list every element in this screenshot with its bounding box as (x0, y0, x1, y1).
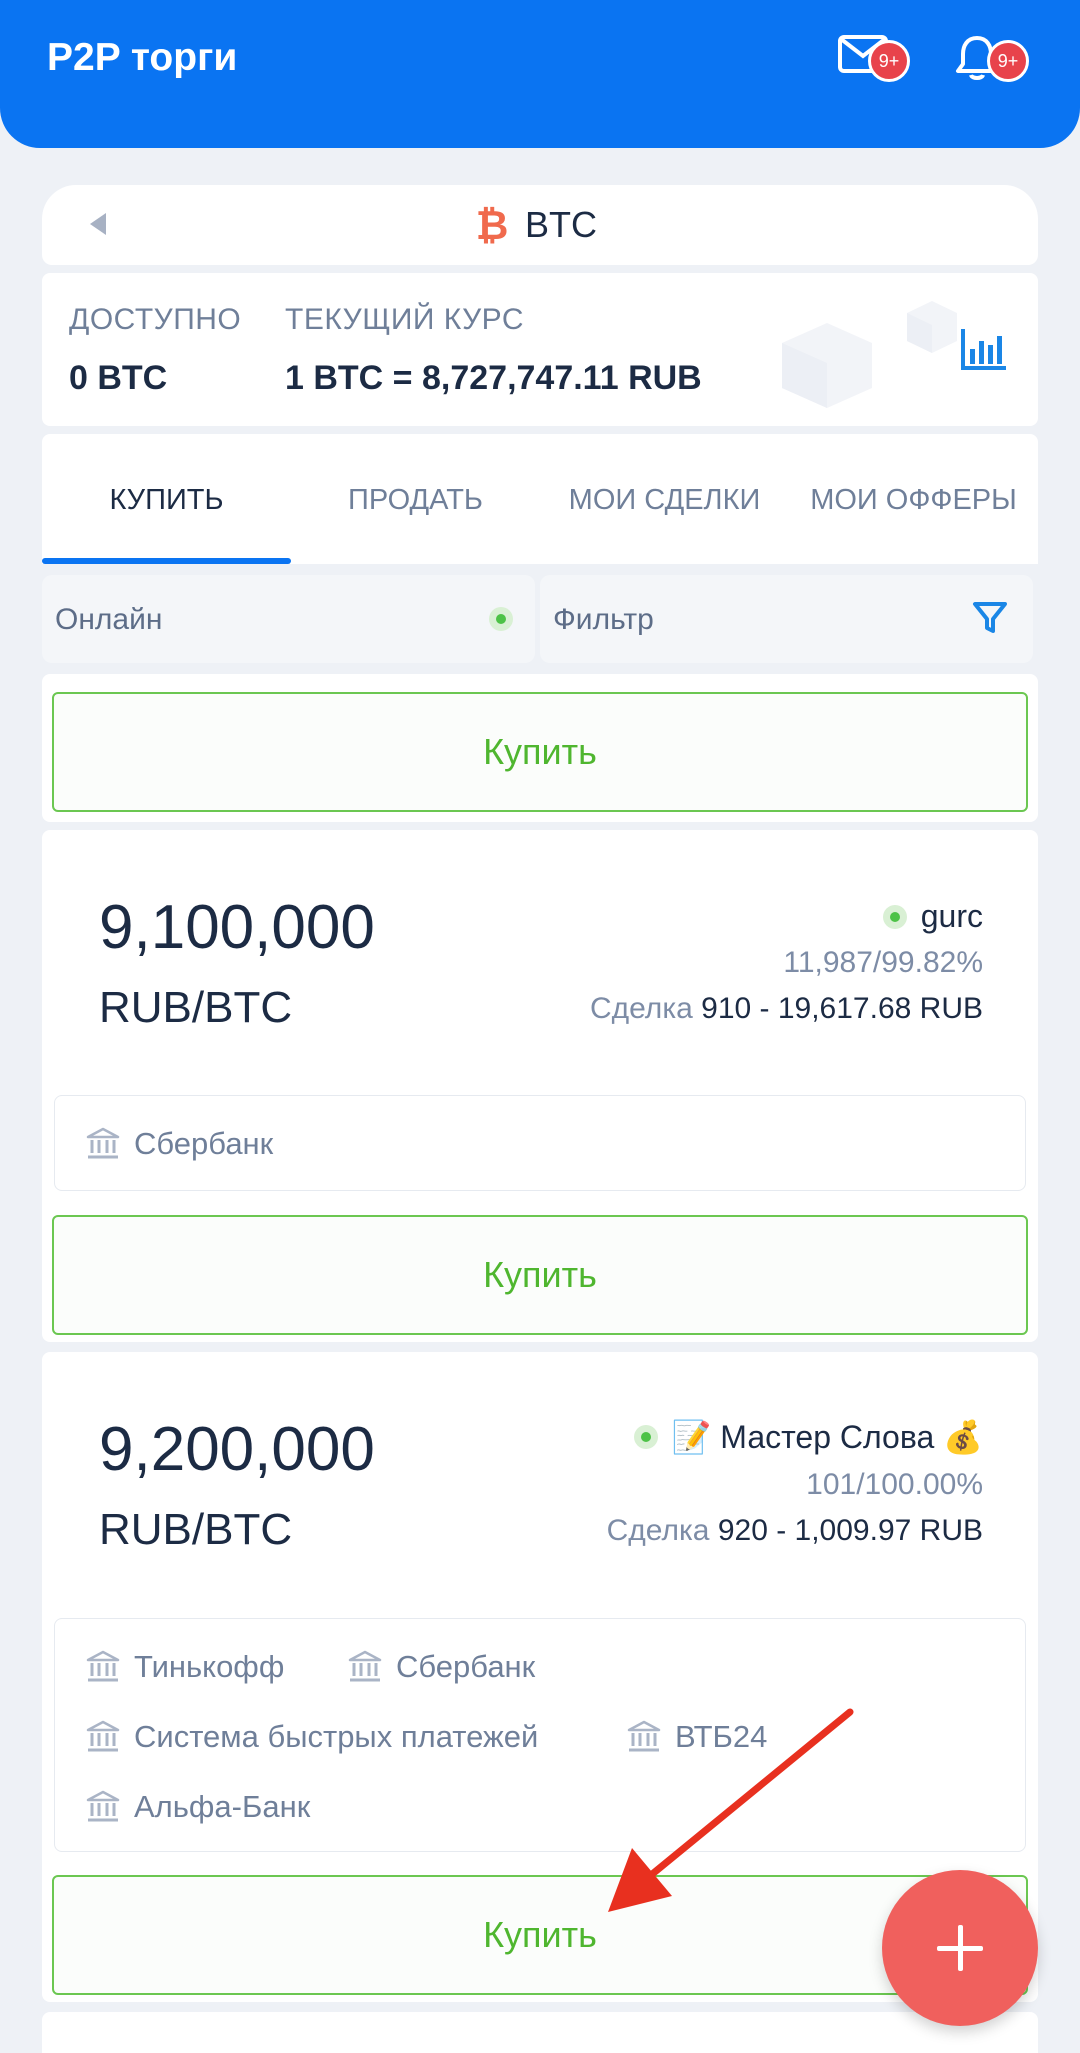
bar-chart-icon (961, 329, 1006, 370)
payment-method: Система быстрых платежей (86, 1719, 538, 1755)
app-header: P2P торги 9+ 9+ (0, 0, 1080, 148)
deal-limits: Сделка 920 - 1,009.97 RUB (607, 1514, 983, 1548)
available-label: ДОСТУПНО (69, 303, 242, 336)
offer-card-partial (42, 2012, 1038, 2053)
bank-icon (86, 1650, 120, 1682)
bitcoin-icon: ₿ (476, 203, 509, 247)
available-value: 0 BTC (69, 359, 168, 397)
offer-price: 9,100,000 (99, 893, 375, 962)
funnel-icon (973, 602, 1007, 633)
buy-button[interactable]: Купить (52, 1215, 1028, 1335)
page-title: P2P торги (47, 36, 238, 79)
online-status-icon (633, 1425, 658, 1449)
online-status-icon (489, 607, 513, 631)
seller-info[interactable]: gurc (882, 898, 983, 935)
seller-name: 📝 Мастер Слова 💰 (671, 1419, 983, 1455)
offer-pair: RUB/BTC (99, 983, 293, 1032)
coin-symbol: BTC (525, 204, 597, 245)
tab-buy[interactable]: КУПИТЬ (42, 434, 291, 564)
seller-stats: 11,987/99.82% (783, 946, 983, 979)
cubes-decoration (782, 301, 957, 408)
deal-limits: Сделка 910 - 19,617.68 RUB (590, 992, 983, 1026)
buy-button[interactable]: Купить (52, 1875, 1028, 1995)
current-rate-label: ТЕКУЩИЙ КУРС (285, 303, 524, 336)
deal-label: Сделка (606, 1514, 710, 1547)
payment-method-label: Сбербанк (396, 1649, 536, 1684)
online-filter-label: Онлайн (55, 603, 163, 636)
notifications-button[interactable]: 9+ (955, 30, 1029, 90)
rate-panel: ДОСТУПНО 0 BTC ТЕКУЩИЙ КУРС 1 BTC = 8,72… (42, 273, 1038, 426)
payment-method-label: Альфа-Банк (134, 1789, 311, 1824)
seller-stats: 101/100.00% (806, 1468, 983, 1501)
buy-button[interactable]: Купить (52, 692, 1028, 812)
deal-range: 920 - 1,009.97 RUB (717, 1514, 983, 1547)
bank-icon (86, 1127, 120, 1159)
payment-method-label: Тинькофф (134, 1649, 285, 1684)
seller-name: gurc (920, 898, 983, 934)
back-arrow-icon[interactable] (90, 213, 106, 235)
current-rate-block: ТЕКУЩИЙ КУРС 1 BTC = 8,727,747.11 RUB (285, 303, 702, 398)
rate-chart-button[interactable] (960, 327, 1008, 376)
tab-my-offers[interactable]: МОИ ОФФЕРЫ (789, 434, 1038, 564)
offer-pair: RUB/BTC (99, 1505, 293, 1554)
messages-badge: 9+ (868, 40, 910, 82)
tab-bar: КУПИТЬ ПРОДАТЬ МОИ СДЕЛКИ МОИ ОФФЕРЫ (42, 434, 1038, 564)
online-status-icon (882, 904, 907, 929)
payment-method-label: Система быстрых платежей (134, 1719, 539, 1754)
coin-selector[interactable]: ₿ BTC (42, 185, 1038, 265)
online-filter[interactable]: Онлайн (42, 575, 535, 663)
active-tab-indicator (42, 558, 291, 564)
payment-method-label: Сбербанк (134, 1126, 274, 1161)
payment-method: Тинькофф (86, 1649, 284, 1685)
offer-price: 9,200,000 (99, 1415, 375, 1484)
payment-methods: Тинькофф Сбербанк Система быстрых платеж… (54, 1618, 1026, 1852)
deal-label: Сделка (589, 992, 693, 1025)
seller-info[interactable]: 📝 Мастер Слова 💰 (633, 1418, 983, 1456)
tab-my-deals[interactable]: МОИ СДЕЛКИ (540, 434, 789, 564)
messages-button[interactable]: 9+ (838, 30, 912, 90)
payment-method: Сбербанк (348, 1649, 535, 1685)
payment-method: Сбербанк (86, 1126, 273, 1162)
add-offer-button[interactable] (882, 1870, 1038, 2026)
notifications-badge: 9+ (987, 40, 1029, 82)
bank-icon (348, 1650, 382, 1682)
tab-sell[interactable]: ПРОДАТЬ (291, 434, 540, 564)
deal-range: 910 - 19,617.68 RUB (701, 992, 983, 1025)
annotation-arrow-icon (608, 1708, 854, 1912)
offer-card: 9,200,000 RUB/BTC 📝 Мастер Слова 💰 101/1… (42, 1352, 1038, 2002)
filter-button[interactable]: Фильтр (540, 575, 1033, 663)
bank-icon (86, 1790, 120, 1822)
available-block: ДОСТУПНО 0 BTC (69, 303, 241, 398)
offer-card-partial: Купить (42, 674, 1038, 822)
offer-card: 9,100,000 RUB/BTC gurc 11,987/99.82% Сде… (42, 830, 1038, 1342)
svg-text:₿: ₿ (476, 203, 509, 247)
filter-label: Фильтр (553, 603, 654, 636)
bank-icon (86, 1720, 120, 1752)
payment-method: Альфа-Банк (86, 1789, 310, 1825)
current-rate-value: 1 BTC = 8,727,747.11 RUB (285, 359, 702, 397)
payment-methods: Сбербанк (54, 1095, 1026, 1191)
coin-title: ₿ BTC (475, 203, 597, 247)
